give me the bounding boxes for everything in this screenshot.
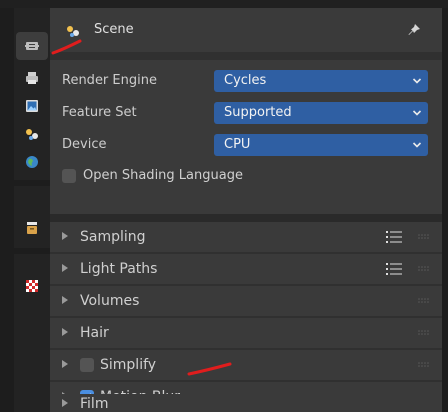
tab-texture[interactable]: [16, 272, 48, 300]
tab-separator-2: [14, 248, 50, 254]
section-label: Film: [80, 396, 109, 412]
section-volumes[interactable]: Volumes: [50, 286, 442, 316]
section-light-paths[interactable]: Light Paths: [50, 254, 442, 284]
device-label: Device: [62, 137, 107, 152]
tab-collection[interactable]: [16, 214, 48, 242]
expand-triangle-icon: [62, 399, 68, 407]
section-label: Sampling: [80, 229, 146, 245]
drag-handle-icon[interactable]: [418, 234, 432, 240]
header-title: Scene: [94, 22, 134, 37]
properties-editor: Scene Render Engine Cycles Feature Set S…: [0, 0, 448, 412]
scene-icon: [26, 129, 38, 140]
section-label: Simplify: [100, 357, 157, 373]
tab-render[interactable]: [16, 32, 48, 60]
checker-icon: [26, 280, 38, 292]
section-label: Light Paths: [80, 261, 158, 277]
panel-header: Scene: [50, 8, 442, 52]
open-shading-language-checkbox[interactable]: [62, 168, 76, 183]
expand-triangle-icon: [62, 232, 68, 240]
scene-icon: [67, 26, 79, 37]
chevron-down-icon: [412, 78, 422, 84]
expand-triangle-icon: [62, 296, 68, 304]
render-engine-dropdown[interactable]: Cycles: [214, 70, 428, 92]
drag-handle-icon[interactable]: [418, 266, 432, 272]
render-engine-value: Cycles: [224, 73, 267, 88]
collection-icon: [27, 222, 37, 234]
feature-set-value: Supported: [224, 105, 292, 120]
image-icon: [26, 100, 38, 112]
open-shading-language-label: Open Shading Language: [83, 168, 243, 183]
panel-divider: [50, 214, 442, 222]
open-shading-language-row[interactable]: Open Shading Language: [62, 168, 243, 183]
section-label: Volumes: [80, 293, 140, 309]
expand-triangle-icon: [62, 360, 68, 368]
render-settings: Render Engine Cycles Feature Set Support…: [50, 60, 442, 220]
presets-list-icon[interactable]: [386, 262, 402, 276]
drag-handle-icon[interactable]: [418, 362, 432, 368]
presets-list-icon[interactable]: [386, 230, 402, 244]
annotation-stroke: [187, 362, 232, 376]
world-icon: [26, 156, 38, 168]
tab-scene[interactable]: [16, 120, 48, 148]
section-film[interactable]: Film: [50, 394, 442, 412]
render-properties-panel: Scene Render Engine Cycles Feature Set S…: [50, 8, 442, 412]
tab-output[interactable]: [16, 64, 48, 92]
camera-back-icon: [25, 42, 39, 50]
tab-world[interactable]: [16, 148, 48, 176]
device-dropdown[interactable]: CPU: [214, 134, 428, 156]
section-hair[interactable]: Hair: [50, 318, 442, 348]
device-value: CPU: [224, 137, 251, 152]
section-label: Hair: [80, 325, 109, 341]
drag-handle-icon[interactable]: [418, 298, 432, 304]
simplify-checkbox[interactable]: [80, 358, 94, 372]
render-engine-label: Render Engine: [62, 73, 157, 88]
feature-set-label: Feature Set: [62, 105, 137, 120]
drag-handle-icon[interactable]: [418, 330, 432, 336]
chevron-down-icon: [412, 142, 422, 148]
properties-tab-bar: [14, 8, 50, 412]
tab-view-layer[interactable]: [16, 92, 48, 120]
printer-icon: [26, 72, 38, 84]
section-simplify[interactable]: Simplify: [50, 350, 442, 380]
tab-separator: [14, 180, 50, 186]
expand-triangle-icon: [62, 264, 68, 272]
top-strip: [0, 0, 448, 8]
section-sampling[interactable]: Sampling: [50, 222, 442, 252]
expand-triangle-icon: [62, 328, 68, 336]
pin-icon[interactable]: [406, 22, 422, 38]
annotation-stroke: [51, 39, 82, 55]
chevron-down-icon: [412, 110, 422, 116]
feature-set-dropdown[interactable]: Supported: [214, 102, 428, 124]
